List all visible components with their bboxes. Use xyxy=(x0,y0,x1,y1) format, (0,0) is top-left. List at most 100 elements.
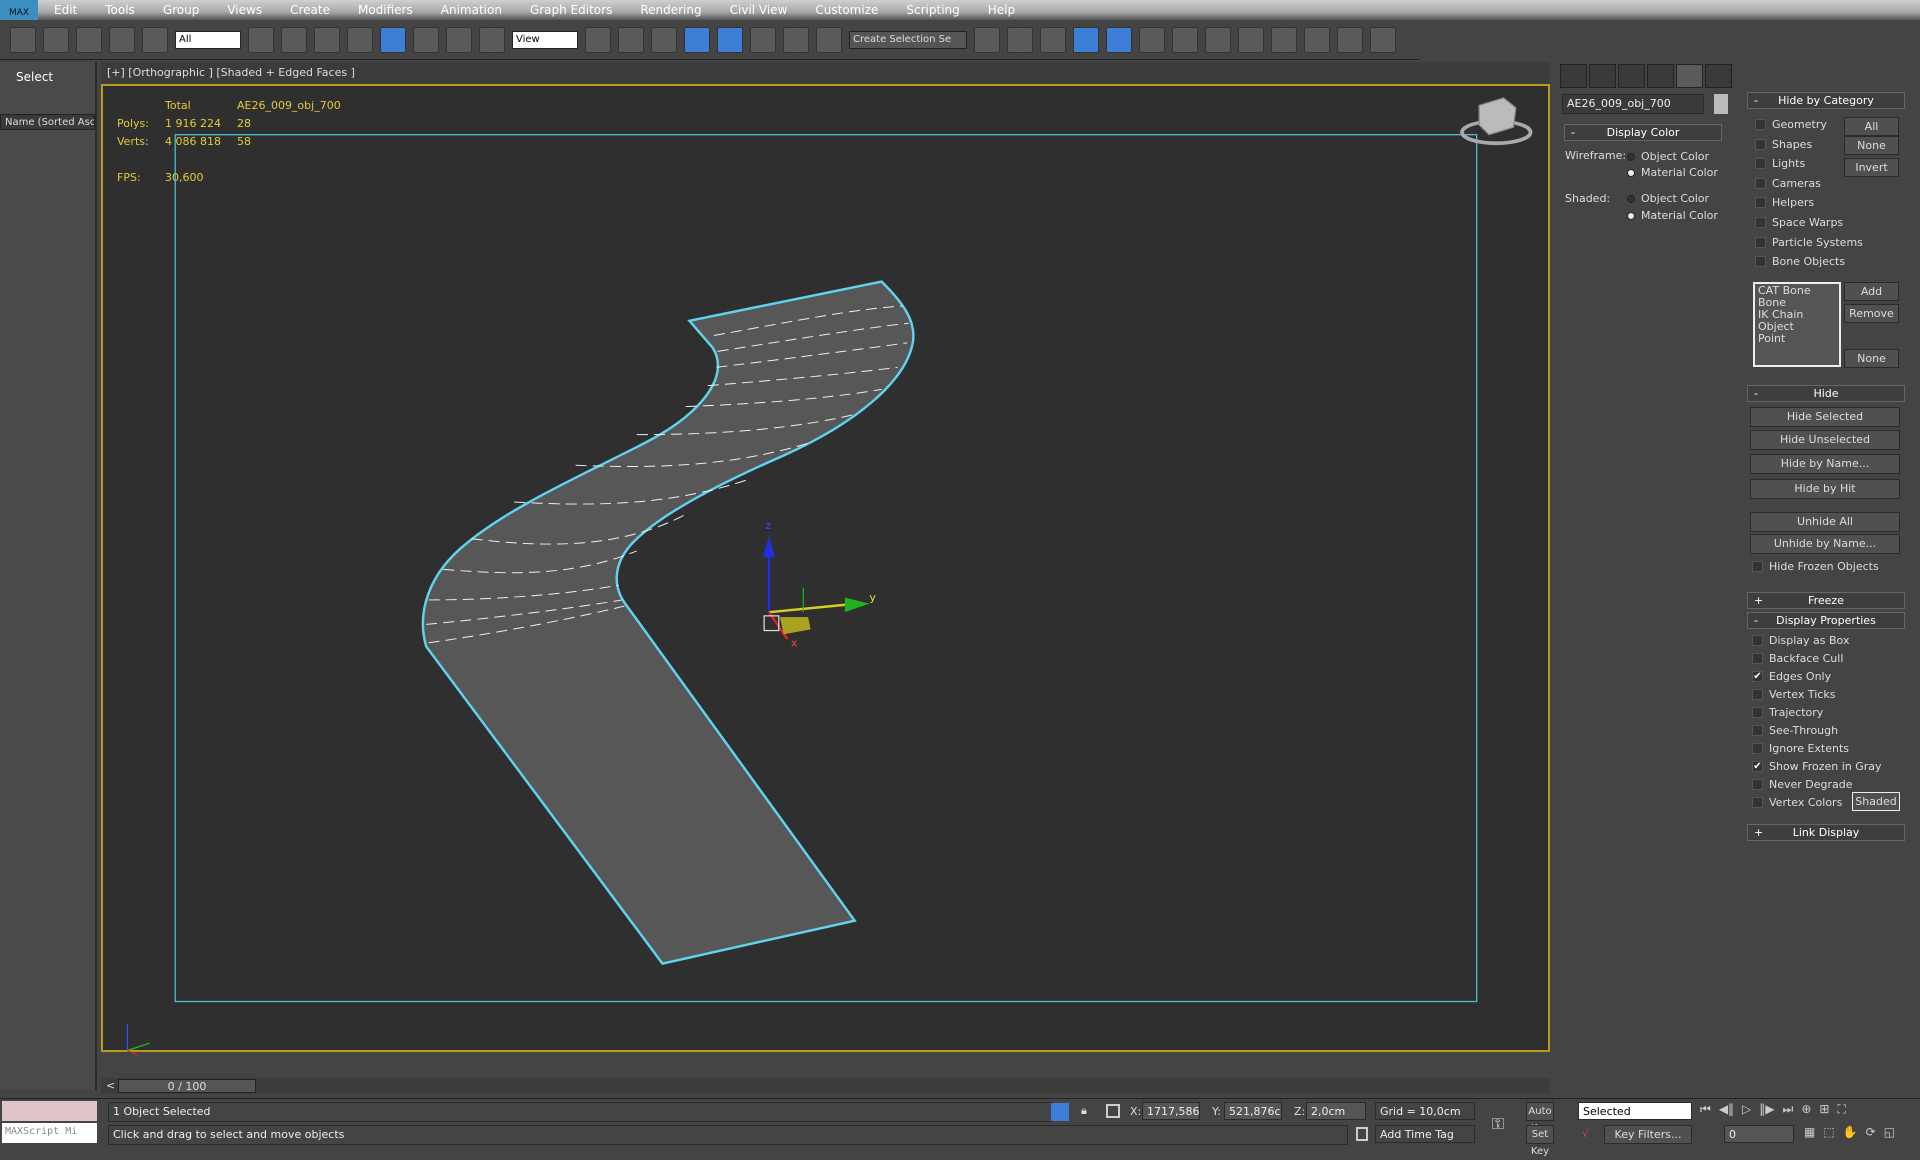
auto-key-button[interactable]: Auto Key xyxy=(1526,1102,1554,1134)
selection-filter-dropdown[interactable]: All xyxy=(175,30,241,49)
menu-rendering[interactable]: Rendering xyxy=(640,3,701,17)
hide-unselected-button[interactable]: Hide Unselected xyxy=(1750,430,1900,450)
checkbox[interactable] xyxy=(1752,635,1763,646)
wireframe-material-color-radio[interactable]: Material Color xyxy=(1627,166,1718,179)
scene-explorer-icon[interactable] xyxy=(1073,26,1099,53)
checkbox[interactable]: ✔ xyxy=(1752,761,1763,772)
go-to-start-icon[interactable]: ⏮ xyxy=(1700,1102,1711,1117)
checkbox[interactable] xyxy=(1752,689,1763,700)
select-scale-icon[interactable] xyxy=(446,26,472,53)
hierarchy-tab-icon[interactable] xyxy=(1618,64,1645,88)
x-coordinate-field[interactable]: 1717,586c xyxy=(1142,1102,1200,1120)
checkbox[interactable] xyxy=(1755,138,1766,150)
checkbox[interactable] xyxy=(1755,197,1766,209)
menu-edit[interactable]: Edit xyxy=(54,3,77,17)
isolate-selection-icon[interactable] xyxy=(1051,1103,1069,1121)
object-color-swatch[interactable] xyxy=(1714,94,1728,114)
category-bone-objects[interactable]: Bone Objects xyxy=(1755,255,1845,268)
bone-type-item[interactable]: Point xyxy=(1758,333,1836,345)
checkbox[interactable] xyxy=(1755,119,1766,130)
select-move-icon[interactable] xyxy=(380,26,406,53)
shaded-object-color-radio[interactable]: Object Color xyxy=(1627,192,1709,205)
edit-named-selection-icon[interactable] xyxy=(816,26,842,53)
reference-coordinate-dropdown[interactable]: View xyxy=(512,30,578,49)
maximize-viewport-icon[interactable]: ◱ xyxy=(1884,1125,1895,1139)
checkbox[interactable]: ✔ xyxy=(1752,671,1763,682)
select-rotate-icon[interactable] xyxy=(413,26,439,53)
set-key-icon[interactable]: ⚿ xyxy=(1486,1103,1510,1145)
category-none-button[interactable]: None xyxy=(1844,136,1899,155)
select-menu[interactable]: Select xyxy=(0,62,95,92)
absolute-mode-icon[interactable] xyxy=(1106,1104,1120,1118)
menu-scripting[interactable]: Scripting xyxy=(906,3,959,17)
freeze-rollout[interactable]: + Freeze xyxy=(1747,592,1905,609)
align-icon[interactable] xyxy=(651,26,677,53)
radio-icon[interactable] xyxy=(1627,211,1635,220)
set-key-button[interactable]: Set Key xyxy=(1526,1125,1554,1157)
hide-by-category-rollout[interactable]: - Hide by Category xyxy=(1747,92,1905,109)
show-frozen-in-gray-checkbox[interactable]: ✔ Show Frozen in Gray xyxy=(1752,760,1882,773)
checkbox[interactable] xyxy=(1752,743,1763,754)
pan-icon[interactable]: ✋ xyxy=(1843,1125,1858,1139)
window-crossing-icon[interactable] xyxy=(347,26,373,53)
motion-tab-icon[interactable] xyxy=(1647,64,1674,88)
display-as-box-checkbox[interactable]: Display as Box xyxy=(1752,634,1849,647)
menu-civil-view[interactable]: Civil View xyxy=(730,3,788,17)
category-space-warps[interactable]: Space Warps xyxy=(1755,216,1843,229)
menu-modifiers[interactable]: Modifiers xyxy=(358,3,413,17)
checkbox[interactable] xyxy=(1755,177,1766,189)
previous-frame-icon[interactable]: ◀‖ xyxy=(1719,1102,1734,1117)
checkbox[interactable] xyxy=(1752,561,1763,572)
layer-explorer-icon[interactable] xyxy=(1040,26,1066,53)
list-remove-button[interactable]: Remove xyxy=(1844,304,1899,323)
vertex-ticks-checkbox[interactable]: Vertex Ticks xyxy=(1752,688,1835,701)
shaded-material-color-radio[interactable]: Material Color xyxy=(1627,209,1718,222)
utilities-tab-icon[interactable] xyxy=(1705,64,1732,88)
checkbox[interactable] xyxy=(1755,217,1766,228)
render-setup-icon[interactable] xyxy=(1238,26,1264,53)
backface-cull-checkbox[interactable]: Backface Cull xyxy=(1752,652,1843,665)
orbit-icon[interactable]: ⟳ xyxy=(1866,1125,1876,1139)
link-icon[interactable] xyxy=(76,26,102,53)
radio-icon[interactable] xyxy=(1627,168,1635,177)
category-shapes[interactable]: Shapes xyxy=(1755,138,1812,151)
menu-tools[interactable]: Tools xyxy=(105,3,135,17)
never-degrade-checkbox[interactable]: Never Degrade xyxy=(1752,778,1853,791)
angle-snap-icon[interactable] xyxy=(717,26,743,53)
category-invert-button[interactable]: Invert xyxy=(1844,158,1899,177)
redo-icon[interactable] xyxy=(43,26,69,53)
time-slider-track[interactable]: < > xyxy=(101,1078,1550,1094)
unhide-all-button[interactable]: Unhide All xyxy=(1750,512,1900,532)
checkbox[interactable] xyxy=(1752,707,1763,718)
mirror-icon[interactable] xyxy=(618,26,644,53)
curve-editor-icon[interactable]: √ xyxy=(1582,1127,1589,1140)
see-through-checkbox[interactable]: See-Through xyxy=(1752,724,1838,737)
material-editor-icon[interactable] xyxy=(1205,26,1231,53)
time-prev-button[interactable]: < xyxy=(106,1079,115,1092)
spinner-snap-icon[interactable] xyxy=(783,26,809,53)
key-mode-dropdown[interactable]: Selected xyxy=(1578,1102,1692,1120)
rectangle-selection-icon[interactable] xyxy=(314,26,340,53)
category-particle-systems[interactable]: Particle Systems xyxy=(1755,236,1863,249)
go-to-end-icon[interactable]: ⏭ xyxy=(1783,1102,1794,1117)
vertex-colors-shaded-button[interactable]: Shaded xyxy=(1852,792,1900,811)
undo-icon[interactable] xyxy=(10,26,36,53)
key-filters-button[interactable]: Key Filters... xyxy=(1604,1125,1692,1144)
app-logo[interactable]: MAX xyxy=(0,0,38,20)
pick-pivot-icon[interactable] xyxy=(479,26,505,53)
render-iterative-icon[interactable] xyxy=(1337,26,1363,53)
mirror-icon[interactable] xyxy=(974,26,1000,53)
render-icon[interactable] xyxy=(1304,26,1330,53)
next-frame-icon[interactable]: ‖▶ xyxy=(1759,1102,1774,1117)
trajectory-checkbox[interactable]: Trajectory xyxy=(1752,706,1823,719)
hide-selected-button[interactable]: Hide Selected xyxy=(1750,407,1900,427)
category-helpers[interactable]: Helpers xyxy=(1755,196,1814,209)
percent-snap-icon[interactable] xyxy=(750,26,776,53)
hide-rollout[interactable]: - Hide xyxy=(1747,385,1905,402)
category-all-button[interactable]: All xyxy=(1844,117,1899,136)
category-lights[interactable]: Lights xyxy=(1755,157,1805,170)
radio-icon[interactable] xyxy=(1627,152,1635,161)
viewport[interactable] xyxy=(101,84,1550,1052)
zoom-icon[interactable]: ⊕ xyxy=(1801,1102,1811,1117)
link-display-rollout[interactable]: + Link Display xyxy=(1747,824,1905,841)
